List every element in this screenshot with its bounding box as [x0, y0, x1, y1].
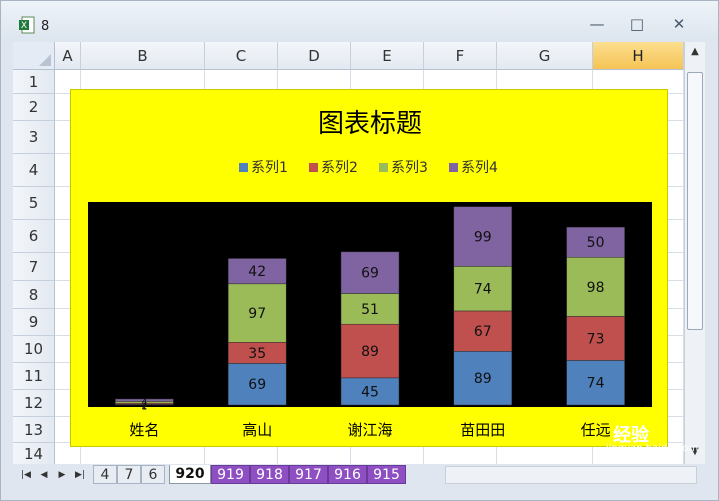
select-all-corner[interactable] — [13, 42, 55, 70]
data-label: 69 — [361, 266, 379, 282]
next-sheet-icon[interactable]: ▶ — [55, 467, 69, 483]
row-header-12[interactable]: 12 — [13, 390, 55, 417]
horizontal-scrollbar[interactable] — [445, 466, 697, 484]
row-header-9[interactable]: 9 — [13, 309, 55, 336]
maximize-button[interactable]: □ — [623, 13, 651, 35]
data-label: 73 — [587, 331, 605, 347]
sheet-tab-bar: |◀ ◀ ▶ ▶| 4 7 6 920 919 918 917 916 915 — [13, 464, 704, 486]
excel-window: X 8 — □ ✕ A B C D E F G H 1 2 3 4 5 6 7 8 9 10 11 12 13 14 ▲ … — [0, 0, 719, 501]
row-header-13[interactable]: 13 — [13, 417, 55, 443]
data-label: 67 — [474, 324, 492, 340]
row-header-6[interactable]: 6 — [13, 220, 55, 253]
legend-label-3: 系列3 — [391, 160, 428, 176]
sheet-tab-7[interactable]: 7 — [117, 465, 141, 484]
data-label: 99 — [474, 229, 492, 245]
category-label: 苗田田 — [460, 421, 505, 439]
maximize-icon: □ — [629, 15, 645, 33]
sheet-tab-917[interactable]: 917 — [289, 465, 328, 484]
vertical-scroll-thumb[interactable] — [687, 72, 703, 330]
chart-title: 图表标题 — [318, 109, 422, 139]
data-label: 97 — [248, 306, 266, 322]
column-header-c[interactable]: C — [205, 42, 278, 70]
scroll-up-button[interactable]: ▲ — [687, 44, 703, 60]
close-button[interactable]: ✕ — [665, 13, 693, 35]
row-header-8[interactable]: 8 — [13, 281, 55, 309]
data-label: 89 — [474, 371, 492, 387]
data-label: 35 — [248, 346, 266, 362]
row-header-4[interactable]: 4 — [13, 154, 55, 187]
column-header-d[interactable]: D — [278, 42, 351, 70]
last-sheet-icon[interactable]: ▶| — [73, 467, 87, 483]
data-label: 69 — [248, 377, 266, 393]
row-header-10[interactable]: 10 — [13, 336, 55, 363]
column-header-e[interactable]: E — [351, 42, 424, 70]
legend-label-1: 系列1 — [251, 160, 288, 176]
svg-text:X: X — [21, 21, 27, 31]
category-label: 任远 — [581, 421, 611, 439]
close-icon: ✕ — [672, 15, 686, 33]
row-header-7[interactable]: 7 — [13, 253, 55, 281]
data-label: 74 — [587, 376, 605, 392]
column-header-h[interactable]: H — [593, 42, 684, 70]
sheet-tab-915[interactable]: 915 — [367, 465, 406, 484]
minimize-icon: — — [589, 15, 605, 33]
legend-swatch-1 — [239, 163, 248, 172]
column-header-g[interactable]: G — [497, 42, 593, 70]
row-header-14[interactable]: 14 — [13, 443, 55, 466]
row-header-2[interactable]: 2 — [13, 94, 55, 121]
stacked-bar-chart[interactable]: 图表标题 系列1 系列2 系列3 系列4 1 2 3 4 姓名 69 35 97 42 高山 45 89 51 69… — [70, 89, 668, 447]
row-header-1[interactable]: 1 — [13, 70, 55, 94]
legend-swatch-2 — [309, 163, 318, 172]
row-header-5[interactable]: 5 — [13, 187, 55, 220]
title-bar[interactable]: X 8 — □ ✕ — [1, 1, 718, 41]
data-label: 42 — [248, 264, 266, 280]
chart-svg: 图表标题系列1 系列2 系列3 系列41234姓名69359742高山45895169… — [88, 109, 652, 439]
sheet-tab-4[interactable]: 4 — [93, 465, 117, 484]
data-label: 98 — [587, 280, 605, 296]
column-header-b[interactable]: B — [81, 42, 205, 70]
data-label: 50 — [587, 235, 605, 251]
excel-icon: X — [19, 16, 35, 34]
watermark-sub: jingyan.baidu.com — [606, 443, 699, 454]
first-sheet-icon[interactable]: |◀ — [19, 467, 33, 483]
column-header-f[interactable]: F — [424, 42, 497, 70]
legend-label-4: 系列4 — [461, 160, 498, 176]
data-label: 89 — [361, 344, 379, 360]
minimize-button[interactable]: — — [583, 13, 611, 35]
data-label: 51 — [361, 302, 379, 318]
sheet-tab-6[interactable]: 6 — [141, 465, 165, 484]
data-label: 45 — [361, 384, 379, 400]
sheet-tab-920[interactable]: 920 — [169, 465, 211, 484]
category-label: 姓名 — [129, 421, 159, 439]
legend-swatch-3 — [379, 163, 388, 172]
category-label: 高山 — [242, 421, 272, 439]
prev-sheet-icon[interactable]: ◀ — [37, 467, 51, 483]
window-title: 8 — [41, 19, 50, 34]
legend-label-2: 系列2 — [321, 160, 358, 176]
column-header-a[interactable]: A — [55, 42, 81, 70]
legend-swatch-4 — [449, 163, 458, 172]
sheet-tab-918[interactable]: 918 — [250, 465, 289, 484]
category-label: 谢江海 — [347, 421, 392, 439]
vertical-scrollbar[interactable]: ▲ ▼ — [684, 42, 705, 464]
sheet-tab-916[interactable]: 916 — [328, 465, 367, 484]
row-header-3[interactable]: 3 — [13, 121, 55, 154]
sheet-tab-919[interactable]: 919 — [211, 465, 250, 484]
data-label: 4 — [142, 398, 148, 408]
row-header-11[interactable]: 11 — [13, 363, 55, 390]
data-label: 74 — [474, 282, 492, 298]
